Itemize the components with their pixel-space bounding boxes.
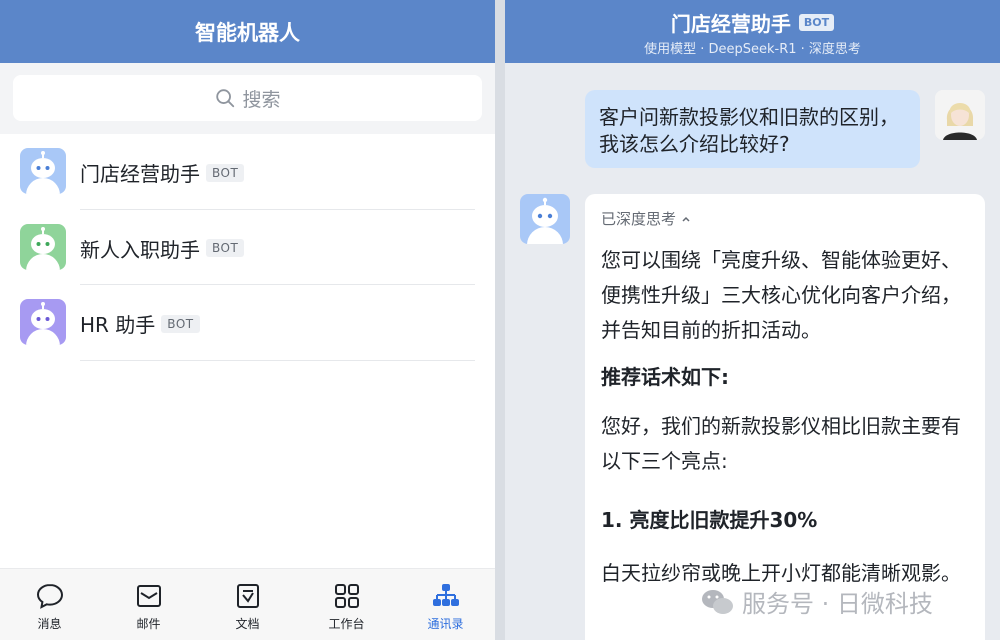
reply-paragraph: 您好，我们的新款投影仪相比旧款主要有以下三个亮点: — [601, 414, 961, 473]
bot-reply-bubble: 已深度思考 您可以围绕「亮度升级、智能体验更好、便携性升级」三大核心优化向客户介… — [585, 194, 985, 640]
search-placeholder: 搜索 — [242, 88, 281, 111]
tab-contacts[interactable]: 通讯录 — [396, 569, 495, 640]
tab-workbench[interactable]: 工作台 — [297, 569, 396, 640]
mail-icon — [136, 585, 161, 607]
tab-label: 邮件 — [136, 617, 161, 631]
reply-point-title: 1. 亮度比旧款提升30% — [601, 508, 818, 532]
bot-badge: BOT — [798, 14, 835, 31]
tab-label: 消息 — [37, 617, 62, 631]
tab-label: 文档 — [235, 617, 260, 631]
list-item-onboarding-assistant[interactable]: 新人入职助手 BOT — [0, 210, 495, 285]
thinking-toggle[interactable]: 已深度思考 — [601, 208, 969, 229]
bot-directory-panel: 智能机器人 搜索 门店经营助手 BOT 新人入职助手 BOT HR 助手 BOT… — [0, 0, 495, 640]
document-icon — [236, 584, 259, 608]
user-message-bubble: 客户问新款投影仪和旧款的区别，我该怎么介绍比较好? — [585, 90, 920, 168]
grid-apps-icon — [334, 584, 359, 608]
tab-mail[interactable]: 邮件 — [99, 569, 198, 640]
list-item-store-assistant[interactable]: 门店经营助手 BOT — [0, 134, 495, 210]
list-item-hr-assistant[interactable]: HR 助手 BOT — [0, 285, 495, 361]
model-info: 使用模型 · DeepSeek-R1 · 深度思考 — [644, 42, 861, 57]
bot-list: 门店经营助手 BOT 新人入职助手 BOT HR 助手 BOT — [0, 134, 495, 361]
chat-header: 门店经营助手 BOT 使用模型 · DeepSeek-R1 · 深度思考 — [505, 0, 1000, 63]
reply-heading: 推荐话术如下: — [601, 365, 729, 389]
user-avatar — [935, 90, 985, 140]
tab-label: 通讯录 — [427, 617, 464, 631]
search-icon — [216, 89, 235, 108]
thinking-label: 已深度思考 — [601, 210, 677, 228]
bot-avatar-icon — [20, 148, 66, 194]
bottom-tab-bar: 消息 邮件 文档 工作台 通讯录 — [0, 568, 495, 640]
chat-bubble-icon — [36, 583, 63, 609]
tab-messages[interactable]: 消息 — [0, 569, 99, 640]
divider — [80, 359, 475, 361]
wechat-icon — [702, 589, 733, 614]
chevron-up-icon — [682, 216, 690, 222]
search-input[interactable]: 搜索 — [13, 75, 482, 121]
bot-badge: BOT — [206, 239, 245, 257]
chat-panel: 门店经营助手 BOT 使用模型 · DeepSeek-R1 · 深度思考 客户问… — [505, 0, 1000, 640]
bot-badge: BOT — [161, 314, 200, 333]
bot-avatar-icon — [20, 299, 66, 345]
tab-docs[interactable]: 文档 — [198, 569, 297, 640]
panel-divider — [495, 0, 505, 640]
bot-badge: BOT — [206, 163, 245, 182]
page-title: 智能机器人 — [0, 0, 495, 63]
contacts-org-icon — [432, 584, 459, 606]
watermark-text: 服务号 · 日微科技 — [742, 590, 933, 618]
bot-avatar-icon — [520, 194, 570, 244]
tab-label: 工作台 — [328, 617, 365, 631]
bot-name: HR 助手 — [80, 313, 156, 337]
chat-title: 门店经营助手 — [670, 12, 791, 36]
reply-intro: 您可以围绕「亮度升级、智能体验更好、便携性升级」三大核心优化向客户介绍，并告知目… — [601, 248, 961, 342]
bot-name: 新人入职助手 — [80, 237, 200, 262]
bot-avatar-icon — [20, 223, 66, 270]
search-area: 搜索 — [0, 63, 495, 134]
watermark: 服务号 · 日微科技 — [700, 584, 933, 619]
bot-name: 门店经营助手 — [80, 162, 200, 186]
